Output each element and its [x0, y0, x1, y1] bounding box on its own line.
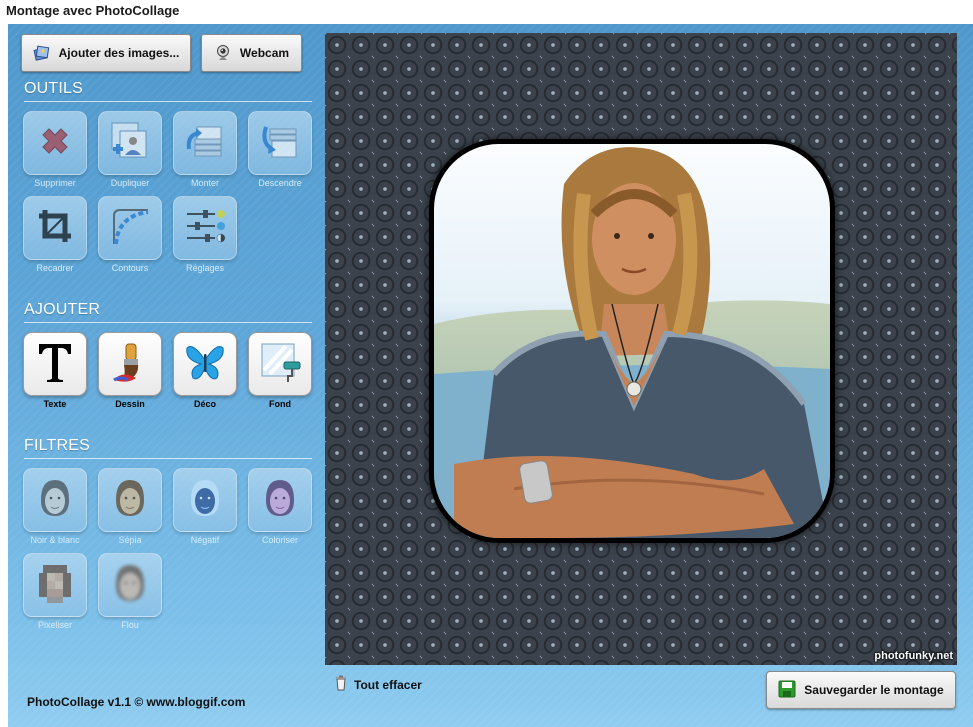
photo-frame[interactable] [429, 139, 835, 543]
page-title: Montage avec PhotoCollage [6, 3, 180, 18]
filter-pixeliser[interactable]: Pixeliser [23, 553, 87, 630]
tool-label: Monter [190, 178, 219, 188]
tool-label: Contours [111, 263, 149, 273]
collage-canvas[interactable]: photofunky.net [325, 33, 957, 665]
clear-all-label: Tout effacer [354, 677, 422, 692]
add-texte[interactable]: Texte [23, 332, 87, 409]
filter-noir-blanc[interactable]: Noir & blanc [23, 468, 87, 545]
webcam-button[interactable]: Webcam [201, 34, 302, 72]
tool-reglages[interactable]: Réglages [173, 196, 237, 273]
butterfly-icon [183, 340, 227, 389]
floppy-disk-icon [778, 680, 796, 701]
rounded-corner-icon [108, 204, 152, 253]
tool-label: Fond [269, 399, 291, 409]
tool-label: Descendre [258, 178, 302, 188]
section-title-ajouter: AJOUTER [24, 301, 312, 323]
clear-all-button[interactable]: Tout effacer [334, 675, 422, 694]
tool-monter[interactable]: Monter [173, 111, 237, 188]
tool-label: Coloriser [261, 535, 298, 545]
tool-descendre[interactable]: Descendre [248, 111, 312, 188]
face-blur-icon [108, 561, 152, 610]
add-deco[interactable]: Déco [173, 332, 237, 409]
tool-label: Réglages [185, 263, 225, 273]
section-title-filtres: FILTRES [24, 437, 312, 459]
tool-label: Sépia [118, 535, 142, 545]
section-title-outils: OUTILS [24, 80, 312, 102]
tool-label: Flou [121, 620, 139, 630]
tool-recadrer[interactable]: Recadrer [23, 196, 87, 273]
add-images-label: Ajouter des images... [58, 46, 180, 60]
tool-label: Déco [193, 399, 216, 409]
save-montage-button[interactable]: Sauvegarder le montage [766, 671, 956, 709]
move-up-icon [183, 119, 227, 168]
face-negative-icon [183, 476, 227, 525]
text-t-icon [35, 340, 75, 389]
face-colorize-icon [258, 476, 302, 525]
background-roller-icon [258, 340, 302, 389]
photocollage-app: Ajouter des images... Webcam OUTILS Supp… [8, 24, 973, 727]
duplicate-icon [108, 119, 152, 168]
tool-label: Négatif [190, 535, 220, 545]
face-bw-icon [33, 476, 77, 525]
tool-label: Noir & blanc [30, 535, 80, 545]
add-images-button[interactable]: Ajouter des images... [21, 34, 191, 72]
collage-photo[interactable] [434, 144, 830, 538]
add-dessin[interactable]: Dessin [98, 332, 162, 409]
filter-negatif[interactable]: Négatif [173, 468, 237, 545]
eraser-icon [334, 675, 348, 694]
tool-label: Recadrer [36, 263, 74, 273]
webcam-label: Webcam [239, 46, 290, 60]
tool-label: Supprimer [34, 178, 76, 188]
save-montage-label: Sauvegarder le montage [804, 683, 944, 697]
tool-label: Dessin [115, 399, 145, 409]
tool-contours[interactable]: Contours [98, 196, 162, 273]
face-sepia-icon [108, 476, 152, 525]
tool-dupliquer[interactable]: Dupliquer [98, 111, 162, 188]
tool-label: Texte [43, 399, 67, 409]
webcam-icon [214, 44, 232, 62]
move-down-icon [258, 119, 302, 168]
tool-supprimer[interactable]: Supprimer [23, 111, 87, 188]
sliders-icon [183, 204, 227, 253]
filter-flou[interactable]: Flou [98, 553, 162, 630]
add-fond[interactable]: Fond [248, 332, 312, 409]
delete-x-icon [35, 121, 75, 166]
images-stack-icon [33, 44, 51, 62]
tool-label: Dupliquer [110, 178, 150, 188]
paint-brush-icon [108, 340, 152, 389]
face-pixelate-icon [33, 561, 77, 610]
crop-icon [35, 206, 75, 251]
tool-label: Pixeliser [37, 620, 72, 630]
canvas-watermark: photofunky.net [874, 650, 953, 662]
filter-sepia[interactable]: Sépia [98, 468, 162, 545]
filter-coloriser[interactable]: Coloriser [248, 468, 312, 545]
footer-credit: PhotoCollage v1.1 © www.bloggif.com [27, 695, 246, 709]
